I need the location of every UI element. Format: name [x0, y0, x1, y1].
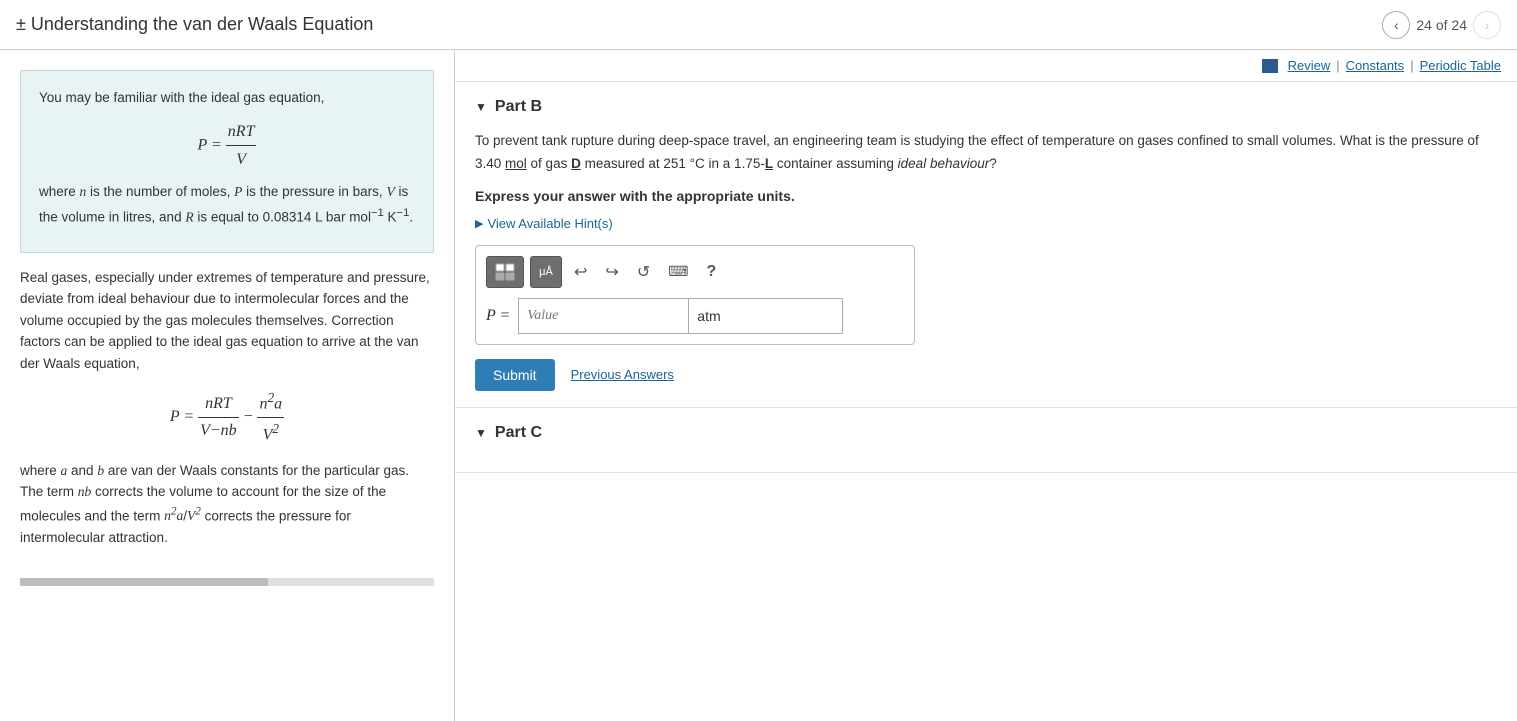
- keyboard-button[interactable]: ⌨: [662, 256, 694, 288]
- reset-button[interactable]: ↺: [631, 256, 656, 288]
- p-equals-label: P =: [486, 307, 510, 325]
- description-3: where a and b are van der Waals constant…: [20, 460, 434, 549]
- value-input[interactable]: [518, 298, 688, 334]
- previous-answers-link[interactable]: Previous Answers: [571, 367, 674, 382]
- app-header: ± Understanding the van der Waals Equati…: [0, 0, 1517, 50]
- unit-input[interactable]: [688, 298, 843, 334]
- review-link[interactable]: Review: [1288, 58, 1331, 73]
- hint-arrow-icon: ▶: [475, 217, 483, 230]
- hint-link[interactable]: ▶ View Available Hint(s): [475, 216, 1497, 231]
- description-1: where n is the number of moles, P is the…: [39, 181, 415, 229]
- answer-box: μÅ ↩ ↪ ↺ ⌨ ? P =: [475, 245, 915, 345]
- page-title: ± Understanding the van der Waals Equati…: [16, 14, 373, 35]
- sep-2: |: [1410, 58, 1413, 73]
- pagination-nav: ‹ 24 of 24 ›: [1382, 11, 1501, 39]
- part-c-header[interactable]: ▼ Part C: [475, 424, 1497, 442]
- hint-label: View Available Hint(s): [487, 216, 612, 231]
- part-b-title: Part B: [495, 98, 542, 116]
- main-container: You may be familiar with the ideal gas e…: [0, 50, 1517, 721]
- prev-page-button[interactable]: ‹: [1382, 11, 1410, 39]
- info-box: You may be familiar with the ideal gas e…: [20, 70, 434, 253]
- pagination-label: 24 of 24: [1416, 17, 1467, 33]
- part-c-arrow: ▼: [475, 426, 487, 440]
- formula-1: P = nRT V: [39, 118, 415, 173]
- submit-row: Submit Previous Answers: [475, 359, 1497, 391]
- next-page-button[interactable]: ›: [1473, 11, 1501, 39]
- part-b-section: ▼ Part B To prevent tank rupture during …: [455, 82, 1517, 408]
- undo-button[interactable]: ↩: [568, 256, 593, 288]
- part-c-section: ▼ Part C: [455, 408, 1517, 473]
- left-panel: You may be familiar with the ideal gas e…: [0, 50, 455, 721]
- redo-button[interactable]: ↪: [599, 256, 624, 288]
- formula-2: P = nRT V−nb − n2a V2: [20, 387, 434, 448]
- right-topbar: Review | Constants | Periodic Table: [455, 50, 1517, 82]
- matrix-icon: [495, 263, 515, 281]
- symbol-button[interactable]: μÅ: [530, 256, 562, 288]
- intro-text: You may be familiar with the ideal gas e…: [39, 87, 415, 110]
- input-row: P =: [486, 298, 904, 334]
- periodic-table-link[interactable]: Periodic Table: [1420, 58, 1501, 73]
- constants-link[interactable]: Constants: [1346, 58, 1405, 73]
- sep-1: |: [1336, 58, 1339, 73]
- right-panel[interactable]: Review | Constants | Periodic Table ▼ Pa…: [455, 50, 1517, 721]
- description-2: Real gases, especially under extremes of…: [20, 267, 434, 375]
- left-scroll-area: [20, 578, 434, 586]
- review-icon: [1262, 59, 1278, 73]
- help-button[interactable]: ?: [700, 256, 722, 288]
- express-answer-note: Express your answer with the appropriate…: [475, 188, 1497, 204]
- submit-button[interactable]: Submit: [475, 359, 555, 391]
- part-c-title: Part C: [495, 424, 542, 442]
- part-b-header[interactable]: ▼ Part B: [475, 98, 1497, 116]
- part-b-question: To prevent tank rupture during deep-spac…: [475, 130, 1497, 176]
- answer-toolbar: μÅ ↩ ↪ ↺ ⌨ ?: [486, 256, 904, 288]
- matrix-button[interactable]: [486, 256, 524, 288]
- part-b-arrow: ▼: [475, 100, 487, 114]
